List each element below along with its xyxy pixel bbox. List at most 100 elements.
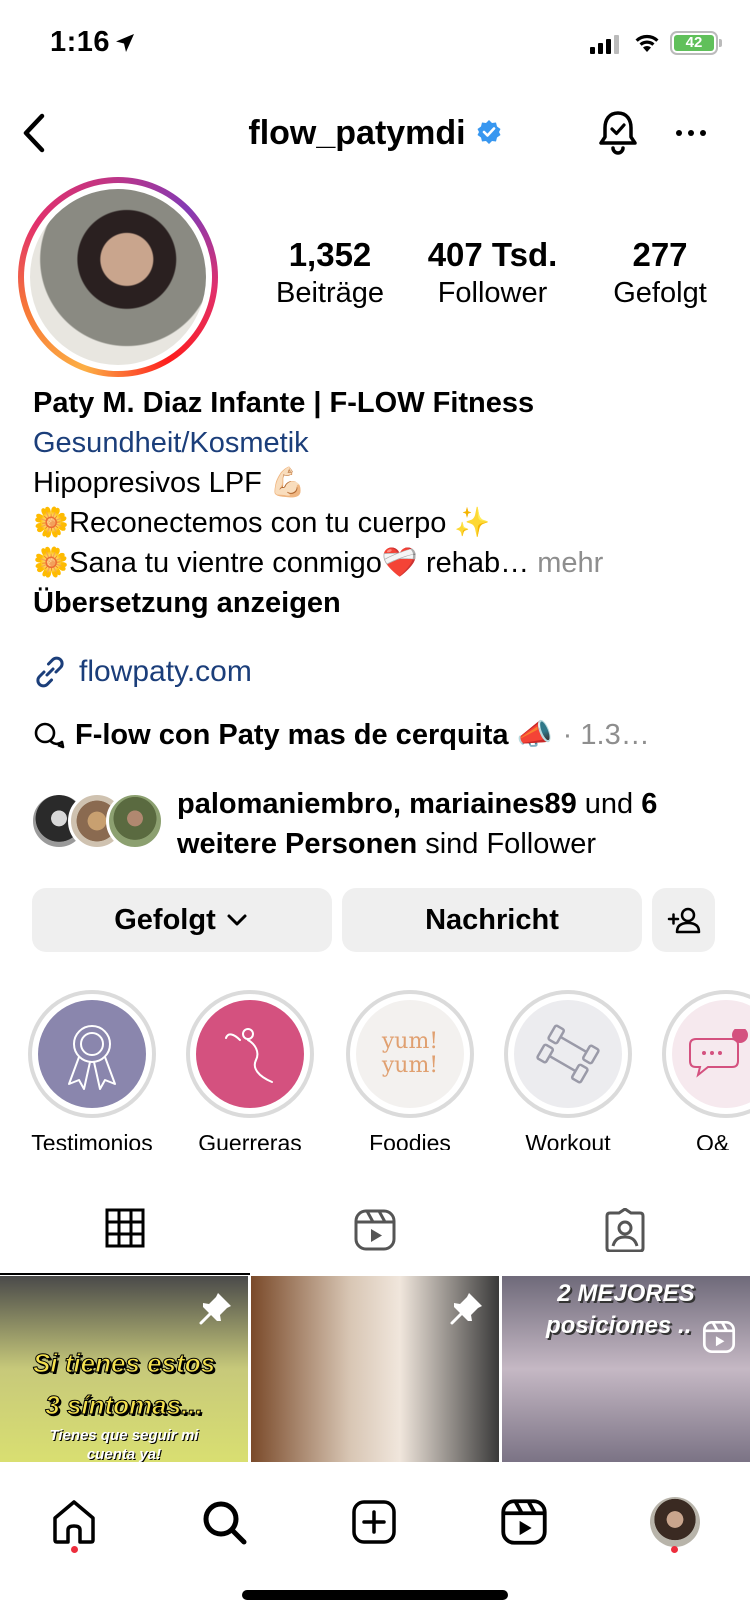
avatar-photo (30, 189, 206, 365)
stat-followers[interactable]: 407 Tsd. Follower (410, 235, 575, 311)
website-url: flowpaty.com (79, 655, 252, 688)
mutual-user-2[interactable]: mariaines89 (409, 788, 577, 820)
reels-icon (501, 1499, 547, 1545)
stat-label: Follower (437, 277, 548, 309)
nav-create[interactable] (344, 1492, 404, 1552)
message-button[interactable]: Nachricht (342, 888, 642, 952)
bio-line: 🌼Reconectemos con tu cuerpo ✨ (33, 507, 491, 539)
more-options-icon[interactable] (676, 130, 706, 136)
wifi-icon (635, 34, 659, 52)
nav-reels[interactable] (494, 1492, 554, 1552)
bio-line: 🌼Sana tu vientre conmigo❤️‍🩹 rehab… mehr (33, 543, 723, 583)
mutual-follower-avatars (30, 792, 165, 852)
highlight-cover: yum! yum! (356, 1000, 464, 1108)
figure-line-icon (225, 1028, 273, 1083)
profile-name: Paty M. Diaz Infante | F-LOW Fitness (33, 387, 535, 419)
stat-posts[interactable]: 1,352 Beiträge (250, 235, 410, 311)
followed-by-suffix: sind Follower (417, 828, 597, 860)
bottom-navigation (0, 1462, 750, 1624)
highlight-qa[interactable]: Q& (662, 990, 750, 1150)
post-thumbnail[interactable]: Si tienes estos 3 síntomas... Tienes que… (0, 1276, 248, 1462)
cellular-signal-icon (590, 34, 619, 54)
profile-tabs (0, 1200, 750, 1275)
notification-dot (71, 1546, 78, 1553)
avatar (106, 792, 164, 850)
translate-link[interactable]: Übersetzung anzeigen (33, 583, 723, 623)
tagged-person-icon (605, 1208, 645, 1252)
message-button-label: Nachricht (425, 903, 559, 936)
following-button[interactable]: Gefolgt (32, 888, 332, 952)
status-time: 1:16 (50, 26, 111, 58)
post-caption: Si tienes estos (32, 1348, 216, 1379)
highlight-label: Testimonios (31, 1130, 153, 1150)
status-bar: 1:16 42 (0, 0, 750, 90)
suggested-users-button[interactable] (652, 888, 715, 952)
chevron-down-icon (227, 914, 247, 926)
stat-label: Gefolgt (613, 277, 707, 309)
conjunction: und (576, 788, 642, 820)
highlight-label: Guerreras (198, 1130, 302, 1150)
bio-line-text: 🌼Sana tu vientre conmigo❤️‍🩹 rehab… (33, 547, 530, 579)
highlight-cover (672, 1000, 750, 1108)
highlight-foodies[interactable]: yum! yum! Foodies (345, 990, 475, 1150)
battery-icon: 42 (670, 31, 722, 55)
avatar (650, 1497, 700, 1547)
highlight-cover-text: yum! yum! (381, 1029, 439, 1078)
verified-badge-icon (477, 120, 501, 145)
story-highlights: Testimonios Guerreras yum! yum! Foodies … (0, 990, 750, 1150)
highlight-cover (38, 1000, 146, 1108)
channel-count: · 1.3… (562, 718, 650, 751)
profile-avatar[interactable] (18, 177, 218, 377)
post-thumbnail[interactable]: 2 MEJORES posiciones .. (502, 1276, 750, 1462)
highlight-cover (514, 1000, 622, 1108)
followed-by[interactable]: palomaniembro, mariaines89 und 6 weitere… (30, 784, 737, 864)
highlight-guerreras[interactable]: Guerreras (185, 990, 315, 1150)
stat-value: 407 Tsd. (427, 236, 558, 273)
stat-following[interactable]: 277 Gefolgt (575, 235, 745, 311)
profile-header: flow_patymdi (0, 100, 750, 170)
post-caption: 3 síntomas... (45, 1390, 204, 1421)
reels-icon (354, 1209, 396, 1251)
profile-stats: 1,352 Beiträge 407 Tsd. Follower 277 Gef… (250, 235, 750, 311)
profile-actions: Gefolgt Nachricht (32, 888, 715, 952)
broadcast-channel[interactable]: F-low con Paty mas de cerquita 📣 · 1.3… (33, 718, 650, 752)
highlight-testimonios[interactable]: Testimonios (27, 990, 157, 1150)
profile-bio: Paty M. Diaz Infante | F-LOW Fitness Ges… (33, 383, 723, 623)
channel-icon (34, 722, 65, 749)
tab-tagged[interactable] (500, 1200, 750, 1275)
tab-reels[interactable] (250, 1200, 500, 1275)
following-button-label: Gefolgt (114, 903, 216, 936)
plus-square-icon (352, 1500, 396, 1544)
notification-bell-icon[interactable] (596, 108, 640, 156)
reel-indicator-icon (702, 1320, 736, 1354)
highlight-workout[interactable]: Workout (503, 990, 633, 1150)
posts-grid: Si tienes estos 3 síntomas... Tienes que… (0, 1276, 750, 1462)
profile-category[interactable]: Gesundheit/Kosmetik (33, 423, 723, 463)
home-indicator[interactable] (242, 1590, 508, 1600)
nav-home[interactable] (44, 1492, 104, 1552)
nav-search[interactable] (194, 1492, 254, 1552)
bio-line: Hipopresivos LPF 💪🏻 (33, 467, 307, 499)
award-ribbon-icon (68, 1025, 116, 1090)
stat-value: 1,352 (288, 236, 372, 273)
pin-icon (199, 1293, 231, 1325)
home-icon (53, 1500, 95, 1544)
stat-label: Beiträge (275, 277, 384, 309)
username: flow_patymdi (248, 114, 466, 152)
link-icon (36, 656, 64, 688)
post-thumbnail[interactable] (251, 1276, 499, 1462)
highlight-label: Q& (696, 1130, 730, 1150)
dumbbell-icon (536, 1024, 600, 1084)
nav-profile[interactable] (645, 1492, 705, 1552)
post-caption: 2 MEJORES (557, 1280, 695, 1307)
tab-posts-grid[interactable] (0, 1200, 250, 1275)
separator: , (392, 788, 410, 820)
channel-title: F-low con Paty mas de cerquita 📣 (75, 719, 553, 751)
search-icon (203, 1501, 247, 1545)
mutual-user-1[interactable]: palomaniembro (177, 788, 393, 820)
website-link[interactable]: flowpaty.com (33, 655, 252, 689)
bio-more-link[interactable]: mehr (537, 547, 603, 579)
followed-by-text: palomaniembro, mariaines89 und 6 weitere… (177, 784, 737, 864)
stat-value: 277 (632, 236, 688, 273)
location-arrow-icon (116, 34, 134, 52)
